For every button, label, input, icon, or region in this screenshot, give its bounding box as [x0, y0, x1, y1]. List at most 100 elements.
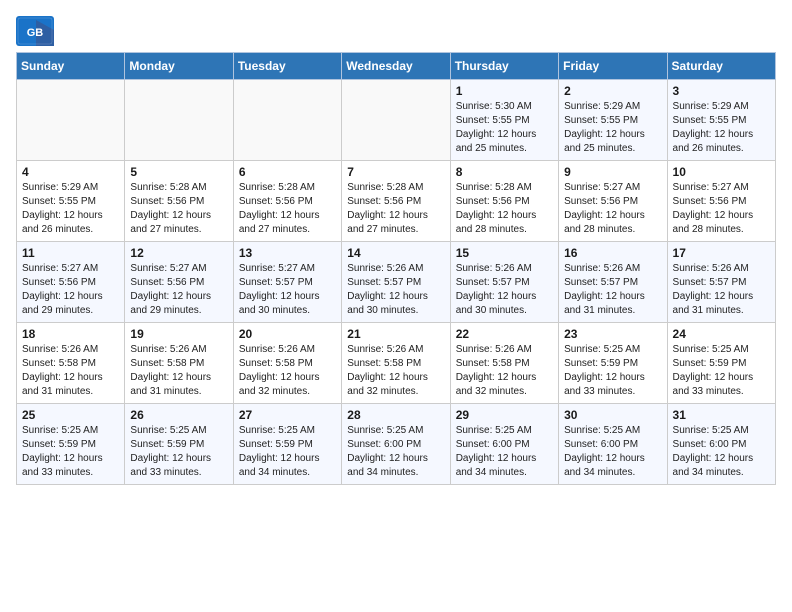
logo-icon: GB	[16, 16, 54, 46]
day-info: Sunrise: 5:26 AM Sunset: 5:58 PM Dayligh…	[239, 343, 336, 399]
calendar-cell: 29Sunrise: 5:25 AM Sunset: 6:00 PM Dayli…	[450, 404, 558, 485]
day-number: 8	[456, 165, 553, 179]
day-number: 16	[564, 246, 661, 260]
day-info: Sunrise: 5:25 AM Sunset: 5:59 PM Dayligh…	[239, 424, 336, 480]
calendar-cell: 1Sunrise: 5:30 AM Sunset: 5:55 PM Daylig…	[450, 80, 558, 161]
weekday-header-sunday: Sunday	[17, 53, 125, 80]
calendar-cell: 15 Sunrise: 5:26 AM Sunset: 5:57 PM Dayli…	[450, 242, 558, 323]
day-info: Sunrise: 5:28 AM Sunset: 5:56 PM Dayligh…	[456, 181, 553, 237]
day-number: 3	[673, 84, 770, 98]
day-number: 19	[130, 327, 227, 341]
calendar-cell: 27 Sunrise: 5:25 AM Sunset: 5:59 PM Dayli…	[233, 404, 341, 485]
day-info: Sunrise: 5:29 AM Sunset: 5:55 PM Dayligh…	[564, 100, 661, 156]
calendar-cell: 5 Sunrise: 5:28 AM Sunset: 5:56 PM Daylig…	[125, 161, 233, 242]
weekday-header-saturday: Saturday	[667, 53, 775, 80]
day-number: 21	[347, 327, 444, 341]
day-number: 11	[22, 246, 119, 260]
day-number: 9	[564, 165, 661, 179]
logo: GB	[16, 16, 58, 46]
day-number: 22	[456, 327, 553, 341]
day-number: 30	[564, 408, 661, 422]
day-info: Sunrise: 5:25 AM Sunset: 6:00 PM Dayligh…	[673, 424, 770, 480]
weekday-header-thursday: Thursday	[450, 53, 558, 80]
day-info: Sunrise: 5:25 AM Sunset: 5:59 PM Dayligh…	[564, 343, 661, 399]
day-number: 7	[347, 165, 444, 179]
calendar-cell: 3Sunrise: 5:29 AM Sunset: 5:55 PM Daylig…	[667, 80, 775, 161]
calendar-cell	[17, 80, 125, 161]
day-number: 10	[673, 165, 770, 179]
day-info: Sunrise: 5:27 AM Sunset: 5:56 PM Dayligh…	[22, 262, 119, 318]
calendar-cell: 14 Sunrise: 5:26 AM Sunset: 5:57 PM Dayli…	[342, 242, 450, 323]
weekday-header-monday: Monday	[125, 53, 233, 80]
day-info: Sunrise: 5:25 AM Sunset: 5:59 PM Dayligh…	[130, 424, 227, 480]
day-number: 26	[130, 408, 227, 422]
day-number: 4	[22, 165, 119, 179]
day-info: Sunrise: 5:26 AM Sunset: 5:57 PM Dayligh…	[673, 262, 770, 318]
calendar-cell: 31 Sunrise: 5:25 AM Sunset: 6:00 PM Dayli…	[667, 404, 775, 485]
calendar-cell: 26 Sunrise: 5:25 AM Sunset: 5:59 PM Dayli…	[125, 404, 233, 485]
day-number: 27	[239, 408, 336, 422]
calendar-cell: 24 Sunrise: 5:25 AM Sunset: 5:59 PM Dayli…	[667, 323, 775, 404]
day-info: Sunrise: 5:25 AM Sunset: 6:00 PM Dayligh…	[347, 424, 444, 480]
weekday-header-friday: Friday	[559, 53, 667, 80]
calendar-cell	[233, 80, 341, 161]
calendar-cell: 23 Sunrise: 5:25 AM Sunset: 5:59 PM Dayli…	[559, 323, 667, 404]
calendar-cell: 17 Sunrise: 5:26 AM Sunset: 5:57 PM Dayli…	[667, 242, 775, 323]
day-number: 20	[239, 327, 336, 341]
day-info: Sunrise: 5:25 AM Sunset: 5:59 PM Dayligh…	[673, 343, 770, 399]
calendar-cell: 12 Sunrise: 5:27 AM Sunset: 5:56 PM Dayli…	[125, 242, 233, 323]
calendar-cell: 30 Sunrise: 5:25 AM Sunset: 6:00 PM Dayli…	[559, 404, 667, 485]
calendar-cell: 22Sunrise: 5:26 AM Sunset: 5:58 PM Dayli…	[450, 323, 558, 404]
day-number: 25	[22, 408, 119, 422]
day-number: 23	[564, 327, 661, 341]
day-info: Sunrise: 5:26 AM Sunset: 5:57 PM Dayligh…	[347, 262, 444, 318]
calendar-week-row: 18 Sunrise: 5:26 AM Sunset: 5:58 PM Dayli…	[17, 323, 776, 404]
day-info: Sunrise: 5:26 AM Sunset: 5:57 PM Dayligh…	[456, 262, 553, 318]
calendar-cell: 25 Sunrise: 5:25 AM Sunset: 5:59 PM Dayli…	[17, 404, 125, 485]
day-info: Sunrise: 5:27 AM Sunset: 5:56 PM Dayligh…	[564, 181, 661, 237]
day-info: Sunrise: 5:26 AM Sunset: 5:58 PM Dayligh…	[22, 343, 119, 399]
svg-text:GB: GB	[27, 27, 44, 39]
day-info: Sunrise: 5:25 AM Sunset: 5:59 PM Dayligh…	[22, 424, 119, 480]
day-info: Sunrise: 5:27 AM Sunset: 5:56 PM Dayligh…	[673, 181, 770, 237]
day-info: Sunrise: 5:26 AM Sunset: 5:57 PM Dayligh…	[564, 262, 661, 318]
day-info: Sunrise: 5:26 AM Sunset: 5:58 PM Dayligh…	[130, 343, 227, 399]
day-number: 13	[239, 246, 336, 260]
day-number: 12	[130, 246, 227, 260]
calendar-week-row: 25 Sunrise: 5:25 AM Sunset: 5:59 PM Dayli…	[17, 404, 776, 485]
calendar-cell: 8 Sunrise: 5:28 AM Sunset: 5:56 PM Daylig…	[450, 161, 558, 242]
day-number: 5	[130, 165, 227, 179]
calendar-cell: 16 Sunrise: 5:26 AM Sunset: 5:57 PM Dayli…	[559, 242, 667, 323]
day-number: 6	[239, 165, 336, 179]
weekday-header-tuesday: Tuesday	[233, 53, 341, 80]
calendar-week-row: 4Sunrise: 5:29 AM Sunset: 5:55 PM Daylig…	[17, 161, 776, 242]
day-number: 15	[456, 246, 553, 260]
calendar-cell: 6 Sunrise: 5:28 AM Sunset: 5:56 PM Daylig…	[233, 161, 341, 242]
calendar-cell: 19 Sunrise: 5:26 AM Sunset: 5:58 PM Dayli…	[125, 323, 233, 404]
day-info: Sunrise: 5:28 AM Sunset: 5:56 PM Dayligh…	[130, 181, 227, 237]
calendar-table: SundayMondayTuesdayWednesdayThursdayFrid…	[16, 52, 776, 485]
day-number: 31	[673, 408, 770, 422]
day-number: 24	[673, 327, 770, 341]
day-info: Sunrise: 5:27 AM Sunset: 5:57 PM Dayligh…	[239, 262, 336, 318]
day-number: 18	[22, 327, 119, 341]
day-number: 1	[456, 84, 553, 98]
weekday-header-wednesday: Wednesday	[342, 53, 450, 80]
calendar-cell	[342, 80, 450, 161]
day-number: 14	[347, 246, 444, 260]
day-info: Sunrise: 5:25 AM Sunset: 6:00 PM Dayligh…	[456, 424, 553, 480]
header: GB	[16, 16, 776, 46]
day-info: Sunrise: 5:28 AM Sunset: 5:56 PM Dayligh…	[347, 181, 444, 237]
calendar-cell: 11 Sunrise: 5:27 AM Sunset: 5:56 PM Dayli…	[17, 242, 125, 323]
calendar-cell: 20 Sunrise: 5:26 AM Sunset: 5:58 PM Dayli…	[233, 323, 341, 404]
calendar-cell	[125, 80, 233, 161]
day-info: Sunrise: 5:28 AM Sunset: 5:56 PM Dayligh…	[239, 181, 336, 237]
calendar-cell: 9 Sunrise: 5:27 AM Sunset: 5:56 PM Daylig…	[559, 161, 667, 242]
calendar-cell: 21Sunrise: 5:26 AM Sunset: 5:58 PM Dayli…	[342, 323, 450, 404]
day-number: 17	[673, 246, 770, 260]
calendar-cell: 13 Sunrise: 5:27 AM Sunset: 5:57 PM Dayli…	[233, 242, 341, 323]
calendar-cell: 10 Sunrise: 5:27 AM Sunset: 5:56 PM Dayli…	[667, 161, 775, 242]
day-info: Sunrise: 5:27 AM Sunset: 5:56 PM Dayligh…	[130, 262, 227, 318]
calendar-cell: 18 Sunrise: 5:26 AM Sunset: 5:58 PM Dayli…	[17, 323, 125, 404]
day-info: Sunrise: 5:25 AM Sunset: 6:00 PM Dayligh…	[564, 424, 661, 480]
